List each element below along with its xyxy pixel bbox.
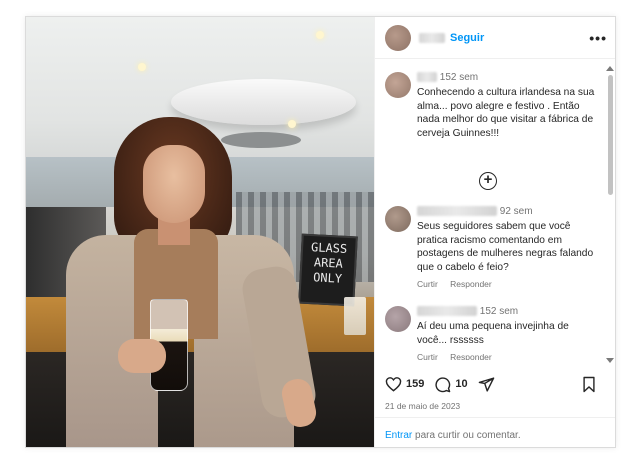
comment-actions: Curtir Responder: [417, 279, 502, 289]
comment-time: 152 sem: [479, 306, 519, 317]
post-card: GLASS AREA ONLY Seguir ••• 152 sem Conhe…: [25, 16, 616, 448]
comment-avatar[interactable]: [385, 206, 411, 232]
post-actions: 159 10: [385, 372, 610, 396]
comment-item: 92 sem Seus seguidores sabem que você pr…: [385, 206, 597, 296]
post-header: Seguir •••: [375, 17, 615, 59]
follow-button[interactable]: Seguir: [450, 32, 484, 44]
likes-count: 159: [406, 378, 425, 390]
scrollbar-up-arrow[interactable]: [606, 66, 614, 71]
more-options-icon[interactable]: •••: [589, 30, 607, 46]
comment-like-link[interactable]: Curtir: [417, 279, 438, 289]
login-prompt-text: para curtir ou comentar.: [412, 430, 521, 441]
sign-line: GLASS: [310, 240, 348, 256]
photo-sign: GLASS AREA ONLY: [298, 233, 358, 307]
comment-avatar[interactable]: [385, 306, 411, 332]
comment-username-blurred[interactable]: [417, 306, 477, 317]
comment-time: 152 sem: [439, 72, 479, 83]
comment-meta: 92 sem: [417, 206, 533, 217]
comment-username-blurred[interactable]: [417, 206, 497, 217]
comment-username-blurred[interactable]: [417, 72, 437, 83]
post-date: 21 de maio de 2023: [385, 401, 461, 411]
heart-icon[interactable]: [385, 376, 402, 392]
author-username-blurred[interactable]: [419, 32, 445, 43]
photo-woman-hand: [118, 339, 166, 373]
comment-reply-link[interactable]: Responder: [450, 352, 492, 360]
comment-text: Aí deu uma pequena invejinha de você... …: [417, 321, 569, 346]
sign-line: ONLY: [312, 270, 343, 286]
login-link[interactable]: Entrar: [385, 430, 412, 441]
comment-meta: 152 sem: [417, 72, 478, 83]
scrollbar-down-arrow[interactable]: [606, 358, 614, 363]
photo-light: [288, 120, 296, 128]
comment-actions: Curtir Responder: [417, 352, 502, 360]
comments-list[interactable]: 152 sem Conhecendo a cultura irlandesa n…: [375, 60, 615, 360]
login-footer: Entrar para curtir ou comentar.: [375, 417, 615, 447]
comment-text: Seus seguidores sabem que você pratica r…: [417, 221, 594, 273]
comment-action[interactable]: 10: [434, 376, 468, 393]
photo-ceiling-disc: [171, 79, 356, 125]
comment-like-link[interactable]: Curtir: [417, 352, 438, 360]
save-action[interactable]: [582, 376, 600, 393]
scrollbar-thumb[interactable]: [608, 75, 613, 195]
load-more-comments-icon[interactable]: +: [479, 172, 497, 190]
comment-time: 92 sem: [499, 206, 533, 217]
post-photo[interactable]: GLASS AREA ONLY: [26, 17, 374, 447]
comment-reply-link[interactable]: Responder: [450, 279, 492, 289]
comment-meta: 152 sem: [417, 306, 518, 317]
photo-light: [138, 63, 146, 71]
photo-ceiling-vent: [221, 132, 301, 148]
photo-woman-face: [143, 145, 205, 223]
author-avatar[interactable]: [385, 24, 411, 51]
comment-item: 152 sem Conhecendo a cultura irlandesa n…: [385, 72, 597, 172]
comments-count: 10: [455, 378, 468, 390]
comment-bubble-icon[interactable]: [434, 376, 451, 393]
comment-avatar[interactable]: [385, 72, 411, 98]
post-sidebar: Seguir ••• 152 sem Conhecendo a cultura …: [374, 17, 615, 447]
photo-light: [316, 31, 324, 39]
share-action[interactable]: [478, 376, 499, 393]
photo-pint-background: [344, 297, 366, 335]
comment-item: 152 sem Aí deu uma pequena invejinha de …: [385, 306, 597, 360]
bookmark-icon[interactable]: [582, 376, 596, 393]
comment-text: Conhecendo a cultura irlandesa na sua al…: [417, 87, 595, 139]
share-paper-plane-icon[interactable]: [478, 376, 495, 393]
like-action[interactable]: 159: [385, 376, 424, 392]
